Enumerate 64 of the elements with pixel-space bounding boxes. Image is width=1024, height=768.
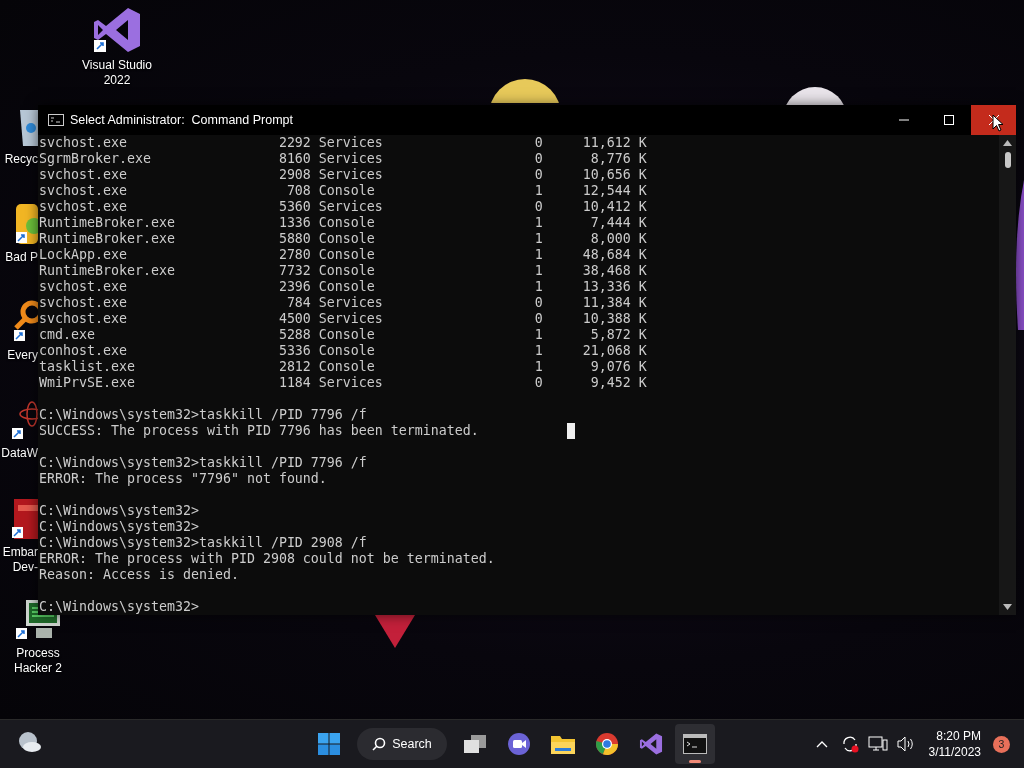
clock-date[interactable]: 3/11/2023 (928, 744, 981, 760)
process-row: svchost.exe 784 Services 0 11,384 K (39, 295, 647, 311)
maximize-icon (943, 115, 954, 125)
close-icon (988, 115, 999, 125)
process-row: svchost.exe 5360 Services 0 10,412 K (39, 199, 647, 215)
game-icon (14, 202, 38, 246)
desktop-icon-label[interactable]: Bad P (5, 250, 38, 265)
terminal-icon (683, 734, 707, 754)
task-view-icon (463, 734, 487, 754)
console-line: C:\Windows\system32>taskkill /PID 2908 /f (39, 535, 367, 551)
text-cursor-icon (567, 423, 575, 439)
search-button[interactable]: Search (357, 728, 447, 760)
console-icon (48, 114, 64, 126)
process-row: WmiPrvSE.exe 1184 Services 0 9,452 K (39, 375, 647, 391)
process-row: SgrmBroker.exe 8160 Services 0 8,776 K (39, 151, 647, 167)
console-line: C:\Windows\system32>taskkill /PID 7796 /f (39, 407, 367, 423)
recycle-bin-icon (18, 108, 38, 148)
clock-time[interactable]: 8:20 PM (936, 728, 981, 744)
mouse-pointer-icon (992, 114, 1004, 132)
bowtie-logo-icon (639, 732, 663, 756)
process-row: RuntimeBroker.exe 7732 Console 1 38,468 K (39, 263, 647, 279)
close-button[interactable] (971, 105, 1016, 135)
console-line: C:\Windows\system32> (39, 599, 199, 615)
desktop-icon-label[interactable]: Every (7, 348, 38, 363)
console-line: ERROR: The process with PID 2908 could not be terminated. (39, 551, 495, 567)
search-icon (372, 737, 387, 751)
console-line: C:\Windows\system32> (39, 519, 199, 535)
process-row: svchost.exe 4500 Services 0 10,388 K (39, 311, 647, 327)
process-row: LockApp.exe 2780 Console 1 48,684 K (39, 247, 647, 263)
console-line: C:\Windows\system32> (39, 503, 199, 519)
notification-badge[interactable]: 3 (993, 735, 1010, 753)
folder-icon (550, 733, 576, 755)
process-row: conhost.exe 5336 Console 1 21,068 K (39, 343, 647, 359)
process-row: RuntimeBroker.exe 5880 Console 1 8,000 K (39, 231, 647, 247)
desktop-icon-label[interactable]: Process Hacker 2 (14, 646, 62, 676)
taskbar-app[interactable] (675, 724, 715, 764)
scroll-up-icon[interactable] (1003, 140, 1012, 146)
tile-logo-icon (10, 497, 38, 541)
console-line: Reason: Access is denied. (39, 567, 239, 583)
scrollbar[interactable] (999, 135, 1016, 615)
desktop-icon-label[interactable]: Visual Studio 2022 (82, 58, 152, 88)
desktop-icon-label[interactable]: DataW (1, 446, 38, 461)
process-row: cmd.exe 5288 Console 1 5,872 K (39, 327, 647, 343)
desktop-icon-label[interactable]: Embar Dev- (2, 545, 38, 575)
process-row: tasklist.exe 2812 Console 1 9,076 K (39, 359, 647, 375)
window-title: Select Administrator: Command Prompt (70, 113, 294, 127)
process-row: svchost.exe 2292 Services 0 11,612 K (39, 135, 647, 151)
scroll-down-icon[interactable] (1003, 604, 1012, 610)
console-line: SUCCESS: The process with PID 7796 has been terminated. (39, 423, 479, 439)
scrollbar-thumb[interactable] (1004, 152, 1011, 168)
desktop-icon-label[interactable]: Recyc (4, 152, 38, 167)
browser-icon (595, 732, 619, 756)
console-line: ERROR: The process "7796" not found. (39, 471, 327, 487)
process-row: svchost.exe 2908 Services 0 10,656 K (39, 167, 647, 183)
process-row: svchost.exe 2396 Console 1 13,336 K (39, 279, 647, 295)
video-chat-icon (507, 732, 531, 756)
magnifier-icon (12, 300, 38, 344)
process-row: svchost.exe 708 Console 1 12,544 K (39, 183, 647, 199)
console-line: C:\Windows\system32>taskkill /PID 7796 /f (39, 455, 367, 471)
weather-icon[interactable] (16, 730, 42, 754)
windows-logo-icon (318, 733, 340, 755)
atom-icon (10, 398, 38, 442)
bowtie-logo-icon (92, 6, 142, 54)
process-row: RuntimeBroker.exe 1336 Console 1 7,444 K (39, 215, 647, 231)
